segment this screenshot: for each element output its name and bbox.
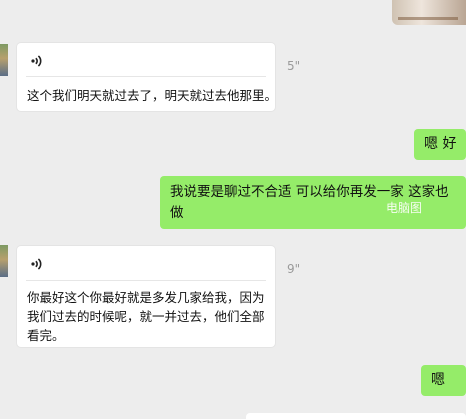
message-text: 嗯 好 <box>424 136 457 152</box>
contact-avatar[interactable] <box>0 245 8 277</box>
voice-wave-icon <box>31 258 42 270</box>
contact-avatar[interactable] <box>0 44 8 76</box>
voice-wave-icon <box>31 55 42 67</box>
voice-duration: 5" <box>287 59 301 73</box>
voice-duration: 9" <box>287 262 301 276</box>
image-message-detail <box>398 17 458 20</box>
transcript-divider <box>26 280 266 281</box>
next-message-bubble[interactable] <box>246 413 466 419</box>
voice-message-bubble[interactable]: 这个我们明天就过去了，明天就过去他那里。 <box>17 43 278 111</box>
watermark: 电脑图 <box>386 201 423 215</box>
voice-transcript: 你最好这个你最好就是多发几家给我，因为我们过去的时候呢，就一并过去，他们全部看完… <box>27 290 265 343</box>
image-message-thumbnail[interactable] <box>392 0 466 25</box>
outgoing-text-bubble[interactable]: 嗯 好 <box>414 129 466 160</box>
voice-message-bubble[interactable]: 你最好这个你最好就是多发几家给我，因为我们过去的时候呢，就一并过去，他们全部看完… <box>17 246 275 347</box>
outgoing-text-bubble[interactable]: 嗯 <box>421 365 466 396</box>
transcript-divider <box>26 76 266 77</box>
voice-transcript: 这个我们明天就过去了，明天就过去他那里。 <box>27 88 278 103</box>
message-text: 嗯 <box>431 372 445 388</box>
